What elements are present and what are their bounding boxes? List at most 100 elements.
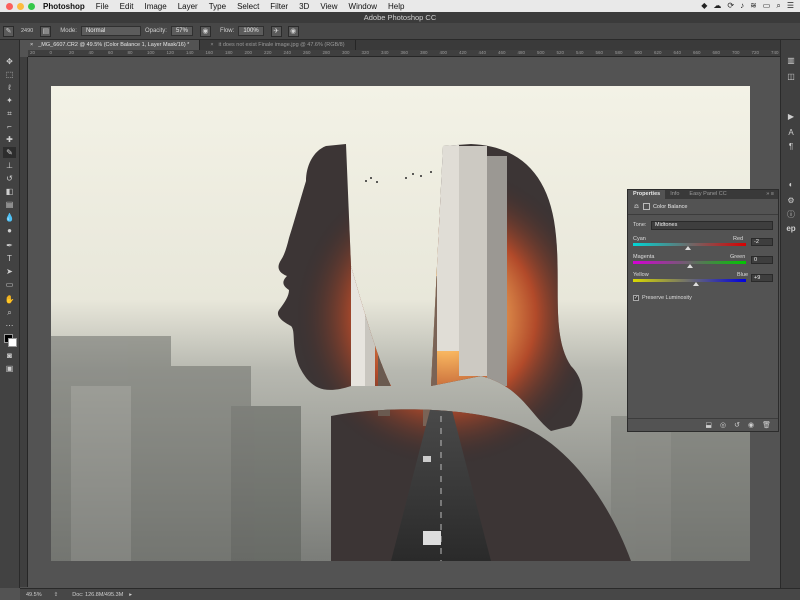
properties-footer: ⬓ ◎ ↺ ◉ 🗑 [628, 418, 778, 431]
menu-select[interactable]: Select [237, 2, 259, 11]
magic-wand-tool-icon[interactable]: ✦ [3, 95, 16, 106]
cyan-red-slider-row: Cyan Red -2 [633, 236, 775, 254]
tone-select[interactable]: Midtones [651, 221, 773, 230]
tab-info[interactable]: Info [665, 190, 684, 199]
document-size[interactable]: Doc: 126.8M/495.3M [72, 592, 123, 598]
dropbox-icon[interactable]: ◆ [701, 1, 707, 11]
menu-filter[interactable]: Filter [270, 2, 288, 11]
cyan-red-slider-thumb[interactable] [685, 246, 692, 250]
eraser-tool-icon[interactable]: ◧ [3, 186, 16, 197]
more-tools-icon[interactable]: ⋯ [3, 320, 16, 331]
actions-icon[interactable]: ▶ [785, 112, 797, 122]
cloud-icon[interactable]: ☁ [713, 1, 721, 11]
volume-icon[interactable]: ♪ [740, 1, 744, 11]
menu-layer[interactable]: Layer [178, 2, 198, 11]
delete-icon[interactable]: 🗑 [762, 421, 771, 429]
background-color-swatch[interactable] [8, 338, 17, 347]
opacity-input[interactable]: 57% [170, 26, 193, 36]
menu-image[interactable]: Image [144, 2, 166, 11]
panel-menu-icon[interactable]: » ≡ [766, 190, 778, 199]
history-icon[interactable]: ▥ [785, 56, 797, 66]
brush-panel-icon[interactable]: ▤ [40, 25, 52, 37]
minimize-window-button[interactable] [17, 2, 24, 10]
status-share-icon[interactable]: ⇪ [54, 592, 59, 598]
search-icon[interactable]: ⌕ [776, 1, 780, 11]
menu-type[interactable]: Type [209, 2, 226, 11]
menu-view[interactable]: View [320, 2, 337, 11]
pen-tool-icon[interactable]: ✒ [3, 240, 16, 251]
toggle-visibility-icon[interactable]: ◉ [748, 421, 754, 429]
zoom-window-button[interactable] [28, 2, 35, 10]
zoom-tool-icon[interactable]: ⌕ [3, 307, 16, 318]
mode-label: Mode: [60, 28, 77, 34]
menu-app-name[interactable]: Photoshop [43, 2, 85, 11]
battery-icon[interactable]: ▭ [763, 1, 771, 11]
stamp-tool-icon[interactable]: ⊥ [3, 160, 16, 171]
zoom-level[interactable]: 49.5% [26, 592, 42, 598]
path-selection-tool-icon[interactable]: ➤ [3, 266, 16, 277]
tab-properties[interactable]: Properties [628, 190, 666, 199]
yellow-blue-slider-thumb[interactable] [693, 282, 700, 286]
info-icon[interactable]: ⓘ [785, 210, 797, 220]
blur-tool-icon[interactable]: 💧 [3, 212, 16, 223]
menu-edit[interactable]: Edit [120, 2, 134, 11]
brush-preset-icon[interactable]: ✎ [3, 25, 14, 37]
healing-tool-icon[interactable]: ✚ [3, 134, 16, 145]
screen-mode-icon[interactable]: ▣ [3, 363, 16, 374]
marquee-tool-icon[interactable]: ⬚ [3, 69, 16, 80]
view-previous-icon[interactable]: ◎ [720, 421, 726, 429]
preserve-luminosity-checkbox[interactable]: ✓ [633, 295, 639, 301]
menu-list-icon[interactable]: ☰ [787, 1, 794, 11]
reset-icon[interactable]: ↺ [734, 421, 740, 429]
ruler-tick-label: 240 [283, 50, 292, 55]
tab-easy-panel[interactable]: Easy Panel CC [684, 190, 731, 199]
channels-icon[interactable]: ◐ [785, 180, 797, 190]
menu-3d[interactable]: 3D [299, 2, 309, 11]
wifi-icon[interactable]: ≋ [750, 1, 757, 11]
close-tab-icon[interactable]: × [30, 42, 33, 48]
eyedropper-tool-icon[interactable]: ⌐ [3, 121, 16, 132]
type-tool-icon[interactable]: T [3, 253, 16, 264]
paragraph-icon[interactable]: ¶ [785, 142, 797, 152]
clip-to-layer-icon[interactable]: ⬓ [705, 421, 712, 429]
pressure-opacity-icon[interactable]: ◉ [199, 25, 211, 37]
character-icon[interactable]: A [785, 128, 797, 138]
yellow-blue-value[interactable]: +9 [751, 274, 773, 282]
brush-tool-icon[interactable]: ✎ [3, 147, 16, 158]
ruler-tick-label: 640 [673, 50, 682, 55]
flow-input[interactable]: 100% [238, 26, 264, 36]
quick-mask-icon[interactable]: ◙ [3, 350, 16, 361]
history-brush-tool-icon[interactable]: ↺ [3, 173, 16, 184]
magenta-green-value[interactable]: 0 [751, 256, 773, 264]
dodge-tool-icon[interactable]: ● [3, 225, 16, 236]
tab-document-2[interactable]: × it does not exist Finale image.jpg @ 47… [200, 40, 356, 50]
cyan-red-value[interactable]: -2 [751, 238, 773, 246]
pressure-size-icon[interactable]: ◉ [287, 25, 299, 37]
adjustments-icon[interactable]: ⚙ [785, 196, 797, 206]
menu-file[interactable]: File [96, 2, 109, 11]
sync-icon[interactable]: ⟳ [727, 1, 734, 11]
lasso-tool-icon[interactable]: ℓ [3, 82, 16, 93]
easy-panel-label[interactable]: ep [785, 224, 797, 234]
airbrush-icon[interactable]: ✈ [270, 25, 282, 37]
menu-help[interactable]: Help [388, 2, 404, 11]
layers-icon[interactable]: ◫ [785, 72, 797, 82]
mask-icon[interactable] [642, 203, 650, 210]
close-window-button[interactable] [6, 2, 13, 10]
hand-tool-icon[interactable]: ✋ [3, 294, 16, 305]
crop-tool-icon[interactable]: ⌗ [3, 108, 16, 119]
mode-select[interactable]: Normal [80, 26, 141, 36]
ruler-tick-label: 560 [595, 50, 604, 55]
status-menu-arrow-icon[interactable]: ▸ [129, 592, 132, 598]
shape-tool-icon[interactable]: ▭ [3, 279, 16, 290]
vertical-ruler [20, 57, 28, 587]
move-tool-icon[interactable]: ✥ [3, 56, 16, 67]
menu-window[interactable]: Window [349, 2, 377, 11]
ruler-tick-label: 680 [712, 50, 721, 55]
tab-document-1[interactable]: × _MG_6607.CR2 @ 49.5% (Color Balance 1, … [20, 40, 201, 50]
close-tab-icon[interactable]: × [210, 42, 213, 48]
brush-size[interactable]: 2490 [21, 28, 33, 34]
yellow-blue-slider[interactable] [633, 279, 746, 282]
magenta-green-slider-thumb[interactable] [686, 264, 693, 268]
gradient-tool-icon[interactable]: ▤ [3, 199, 16, 210]
